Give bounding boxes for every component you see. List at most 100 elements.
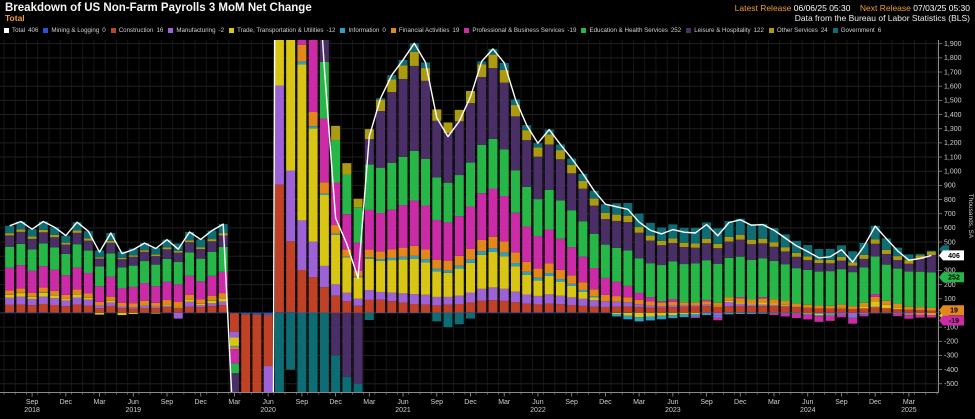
legend-item-information[interactable]: Information0: [340, 27, 385, 34]
svg-text:Dec: Dec: [464, 399, 477, 406]
svg-text:Mar: Mar: [228, 399, 241, 406]
next-release-label: Next Release: [860, 3, 911, 13]
svg-text:-19: -19: [949, 318, 959, 325]
legend-item-construction[interactable]: Construction16: [111, 27, 164, 34]
manufacturing-swatch-icon: [168, 28, 173, 33]
svg-text:2020: 2020: [260, 407, 276, 414]
legend-latest-value: -19: [567, 27, 576, 34]
svg-text:1,200: 1,200: [944, 140, 962, 147]
page-title: Breakdown of US Non-Farm Payrolls 3 MoM …: [5, 2, 312, 14]
svg-text:100: 100: [944, 296, 956, 303]
svg-text:Dec: Dec: [734, 399, 747, 406]
svg-text:900: 900: [944, 183, 956, 190]
legend-latest-value: 16: [156, 27, 163, 34]
svg-text:1,400: 1,400: [944, 112, 962, 119]
legend-item-education-health-services[interactable]: Education & Health Services252: [581, 27, 681, 34]
leisure-hospitality-swatch-icon: [686, 28, 691, 33]
svg-text:Jun: Jun: [128, 399, 139, 406]
svg-text:Sep: Sep: [431, 399, 444, 406]
legend-label: Government: [841, 27, 875, 34]
series-legend: Total406Mining & Logging0Construction16M…: [0, 23, 975, 34]
legend-item-leisure-hospitality[interactable]: Leisure & Hospitality122: [686, 27, 764, 34]
svg-text:2018: 2018: [24, 407, 40, 414]
svg-text:Jun: Jun: [397, 399, 408, 406]
legend-item-manufacturing[interactable]: Manufacturing -2: [168, 27, 224, 34]
svg-text:Dec: Dec: [194, 399, 207, 406]
svg-text:Sep: Sep: [700, 399, 713, 406]
svg-text:Jun: Jun: [802, 399, 813, 406]
svg-text:Sep: Sep: [835, 399, 848, 406]
svg-text:Jun: Jun: [667, 399, 678, 406]
svg-text:Jun: Jun: [263, 399, 274, 406]
legend-latest-value: 24: [821, 27, 828, 34]
svg-text:2024: 2024: [800, 407, 816, 414]
svg-text:Mar: Mar: [94, 399, 107, 406]
legend-latest-value: 252: [671, 27, 681, 34]
svg-text:Jun: Jun: [532, 399, 543, 406]
data-source-note: Data from the Bureau of Labor Statistics…: [795, 13, 970, 23]
svg-text:2021: 2021: [395, 407, 411, 414]
legend-item-government[interactable]: Government6: [833, 27, 882, 34]
legend-latest-value: -2: [219, 27, 225, 34]
svg-text:1,900: 1,900: [944, 41, 962, 48]
chart-header: Breakdown of US Non-Farm Payrolls 3 MoM …: [0, 0, 975, 34]
svg-text:Dec: Dec: [869, 399, 882, 406]
svg-text:-300: -300: [944, 353, 958, 360]
other-services-swatch-icon: [769, 28, 774, 33]
total-swatch-icon: [4, 28, 9, 33]
svg-text:Dec: Dec: [329, 399, 342, 406]
svg-text:Dec: Dec: [599, 399, 612, 406]
mining-logging-swatch-icon: [43, 28, 48, 33]
construction-swatch-icon: [111, 28, 116, 33]
legend-item-professional-business-services[interactable]: Professional & Business Services-19: [464, 27, 576, 34]
svg-text:Mar: Mar: [768, 399, 781, 406]
legend-label: Professional & Business Services: [472, 27, 564, 34]
legend-label: Manufacturing: [176, 27, 215, 34]
next-release-value: 07/03/25 05:30: [913, 3, 970, 13]
svg-text:1,500: 1,500: [944, 98, 962, 105]
svg-text:200: 200: [944, 282, 956, 289]
legend-item-trade-transportation-utilities[interactable]: Trade, Transportation & Utilities-12: [229, 27, 335, 34]
svg-text:2025: 2025: [901, 407, 917, 414]
payrolls-stacked-chart[interactable]: -500-400-300-200-10001002003004005006007…: [0, 40, 975, 414]
information-swatch-icon: [340, 28, 345, 33]
legend-label: Construction: [119, 27, 154, 34]
latest-release-value: 06/06/25 05:30: [794, 3, 851, 13]
legend-latest-value: 0: [382, 27, 385, 34]
chart-area[interactable]: -500-400-300-200-10001002003004005006007…: [0, 40, 975, 419]
trade-transportation-utilities-swatch-icon: [229, 28, 234, 33]
svg-text:-500: -500: [944, 381, 958, 388]
legend-latest-value: 6: [878, 27, 881, 34]
legend-label: Leisure & Hospitality: [694, 27, 750, 34]
financial-activities-swatch-icon: [391, 28, 396, 33]
svg-text:252: 252: [948, 275, 960, 282]
svg-text:2022: 2022: [530, 407, 546, 414]
education-health-services-swatch-icon: [581, 28, 586, 33]
legend-item-total[interactable]: Total406: [4, 27, 38, 34]
release-info: Latest Release 06/06/25 05:30 Next Relea…: [735, 2, 970, 13]
legend-latest-value: 19: [452, 27, 459, 34]
y-axis-unit-label: Thousands, SA: [967, 194, 974, 239]
svg-text:Dec: Dec: [60, 399, 73, 406]
legend-label: Mining & Logging: [51, 27, 99, 34]
professional-business-services-swatch-icon: [464, 28, 469, 33]
legend-item-other-services[interactable]: Other Services24: [769, 27, 828, 34]
legend-label: Information: [348, 27, 379, 34]
svg-text:1,800: 1,800: [944, 55, 962, 62]
legend-latest-value: 0: [102, 27, 105, 34]
svg-text:1,000: 1,000: [944, 169, 962, 176]
svg-text:1,100: 1,100: [944, 154, 962, 161]
chart-subtitle-total: Total: [5, 13, 25, 23]
svg-text:19: 19: [950, 308, 958, 315]
svg-text:Mar: Mar: [363, 399, 376, 406]
svg-text:2019: 2019: [125, 407, 141, 414]
svg-text:Mar: Mar: [498, 399, 511, 406]
svg-text:800: 800: [944, 197, 956, 204]
svg-text:-400: -400: [944, 367, 958, 374]
svg-text:600: 600: [944, 225, 956, 232]
legend-label: Financial Activities: [399, 27, 450, 34]
legend-item-mining-logging[interactable]: Mining & Logging0: [43, 27, 105, 34]
legend-item-financial-activities[interactable]: Financial Activities19: [391, 27, 459, 34]
legend-label: Total: [12, 27, 25, 34]
svg-text:Sep: Sep: [565, 399, 578, 406]
